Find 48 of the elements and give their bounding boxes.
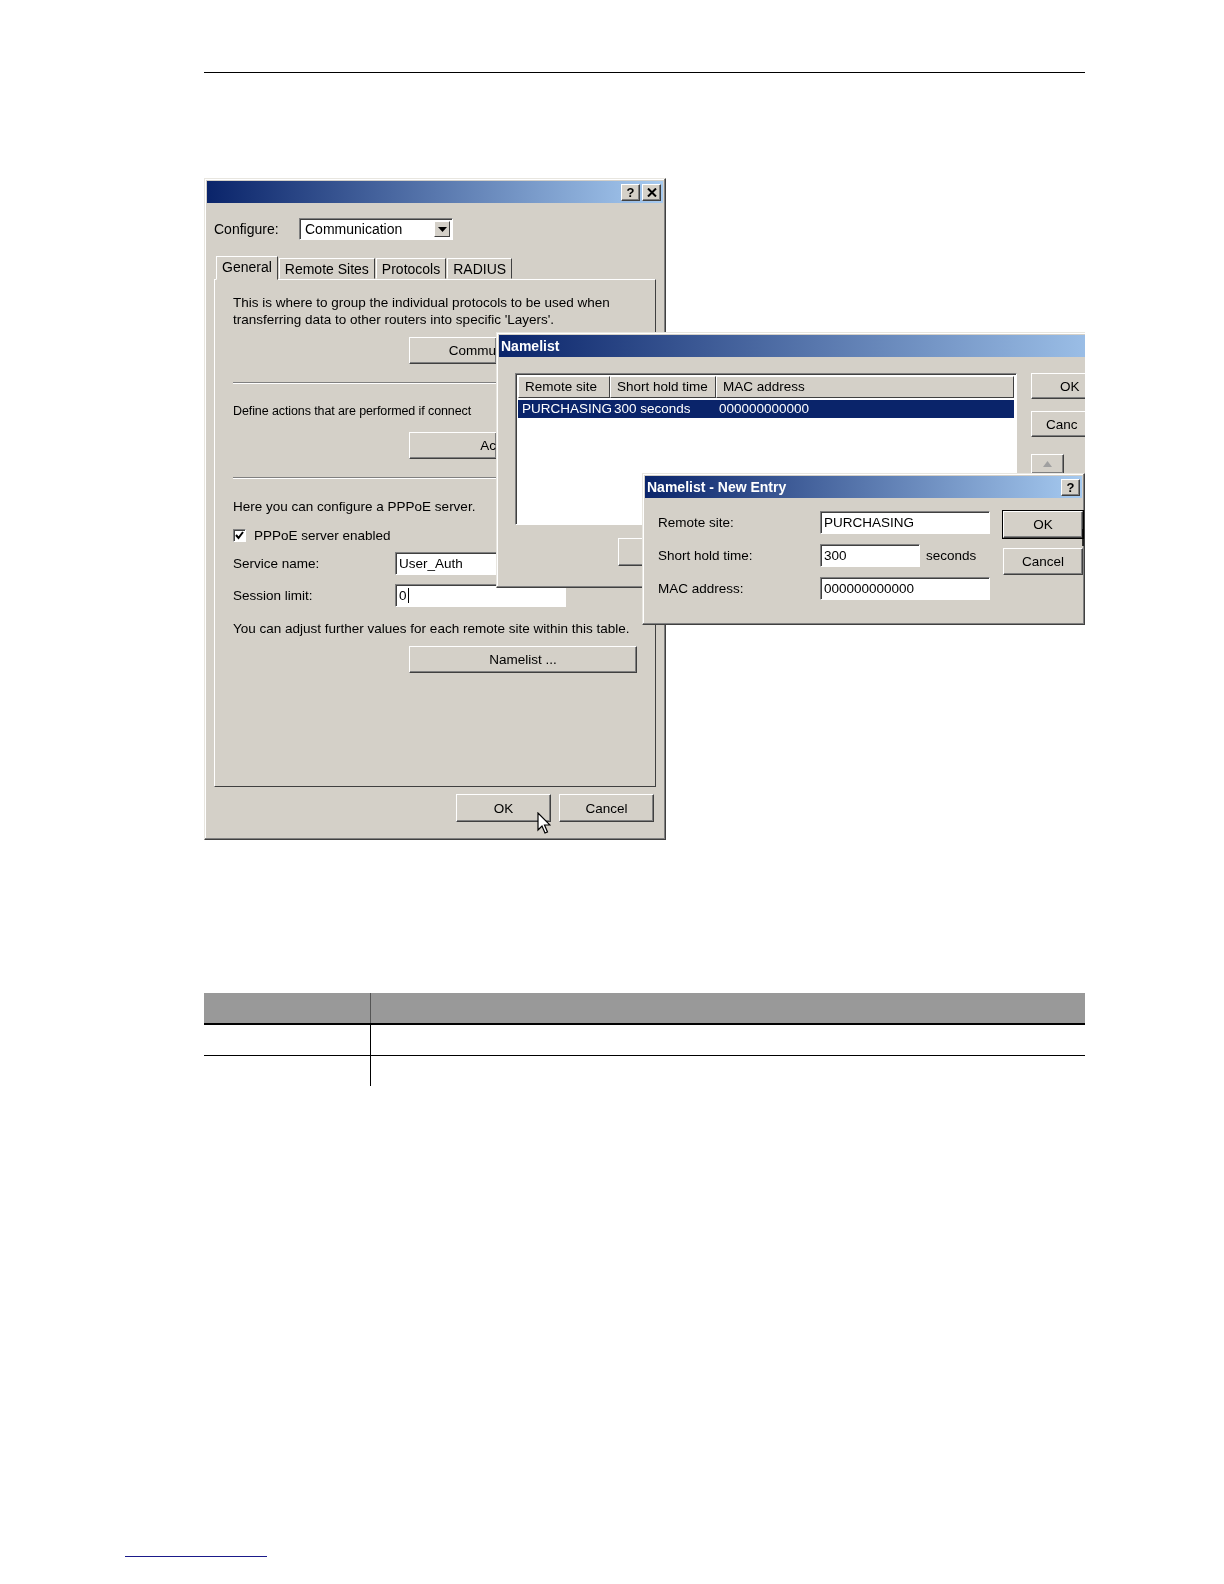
cancel-button[interactable]: Cancel xyxy=(1003,548,1083,575)
tab[interactable]: RADIUS xyxy=(447,258,513,279)
configure-label: Configure: xyxy=(214,221,280,237)
field-label: Remote site: xyxy=(658,515,735,530)
cancel-button[interactable]: Cancel xyxy=(559,794,654,822)
close-button[interactable] xyxy=(642,183,661,201)
table-cell-text: 000000000000 xyxy=(718,400,811,418)
ok-button[interactable]: OK xyxy=(1003,511,1083,538)
input-field[interactable]: 300 xyxy=(820,544,920,567)
actions-button[interactable]: Ac xyxy=(409,432,497,459)
column-header[interactable]: Remote site xyxy=(518,376,610,398)
column-header[interactable]: Short hold time xyxy=(610,376,716,398)
namelist-button[interactable]: Namelist ... xyxy=(409,646,637,673)
configure-dropdown[interactable]: Communication xyxy=(299,218,453,240)
help-button[interactable]: ? xyxy=(621,183,640,201)
table-cell-text: PURCHASING xyxy=(521,400,610,418)
input-field[interactable]: 000000000000 xyxy=(820,577,990,600)
field-label: Service name: xyxy=(233,556,321,571)
field-label: Short hold time: xyxy=(658,548,754,563)
table-row[interactable]: PURCHASING 300 seconds 000000000000 xyxy=(518,400,1014,418)
ok-button[interactable]: OK xyxy=(456,794,551,822)
ok-button[interactable]: OK xyxy=(1031,373,1085,399)
up-button[interactable] xyxy=(1031,454,1064,474)
column-header[interactable]: MAC address xyxy=(716,376,1014,398)
field-label: Session limit: xyxy=(233,588,314,603)
communication-button[interactable]: Commu xyxy=(409,337,497,364)
help-button[interactable]: ? xyxy=(1061,478,1080,496)
checkbox-label: PPPoE server enabled xyxy=(254,528,391,543)
window-title: Namelist - New Entry xyxy=(647,479,787,495)
up-arrow-icon xyxy=(1043,461,1052,467)
tab[interactable]: Remote Sites xyxy=(278,258,375,279)
tab[interactable]: General xyxy=(216,256,278,280)
field-label: MAC address: xyxy=(658,581,745,596)
unit-label: seconds xyxy=(926,548,977,563)
window-title: Namelist xyxy=(501,338,560,354)
description-text: Define actions that are performed if connect xyxy=(233,403,472,420)
caret-icon xyxy=(437,226,447,232)
tab[interactable]: Protocols xyxy=(375,258,447,279)
input-field[interactable]: 0 xyxy=(395,584,566,607)
table-cell-text: 300 seconds xyxy=(613,400,692,418)
description-text: You can adjust further values for each remote site within this table. xyxy=(233,620,631,637)
cancel-button[interactable]: Canc xyxy=(1031,411,1085,437)
description-text: Here you can configure a PPPoE server. xyxy=(233,498,477,515)
description-text: This is where to group the individual protocols to be used when transferring data to other routers into specific 'Layers'. xyxy=(233,294,611,328)
input-field[interactable]: User_Auth xyxy=(395,552,497,575)
input-field[interactable]: PURCHASING xyxy=(820,511,990,534)
checkbox[interactable] xyxy=(233,529,246,542)
close-icon xyxy=(646,187,657,197)
